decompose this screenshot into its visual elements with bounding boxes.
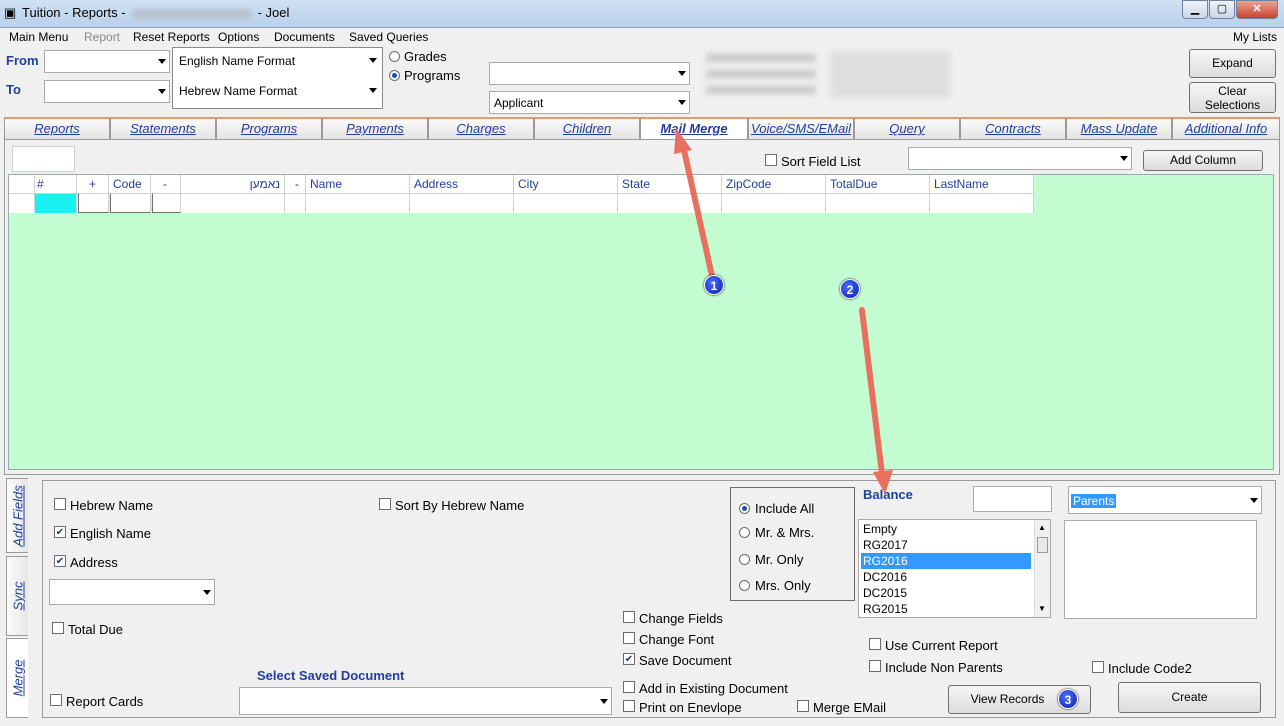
annotation-marker-3: 3 [1058, 689, 1078, 709]
annotation-marker-1: 1 [704, 275, 724, 295]
annotation-arrow-1 [674, 128, 715, 279]
annotation-arrow-2 [859, 307, 893, 494]
annotation-arrows [674, 128, 893, 494]
annotation-marker-2: 2 [840, 279, 860, 299]
